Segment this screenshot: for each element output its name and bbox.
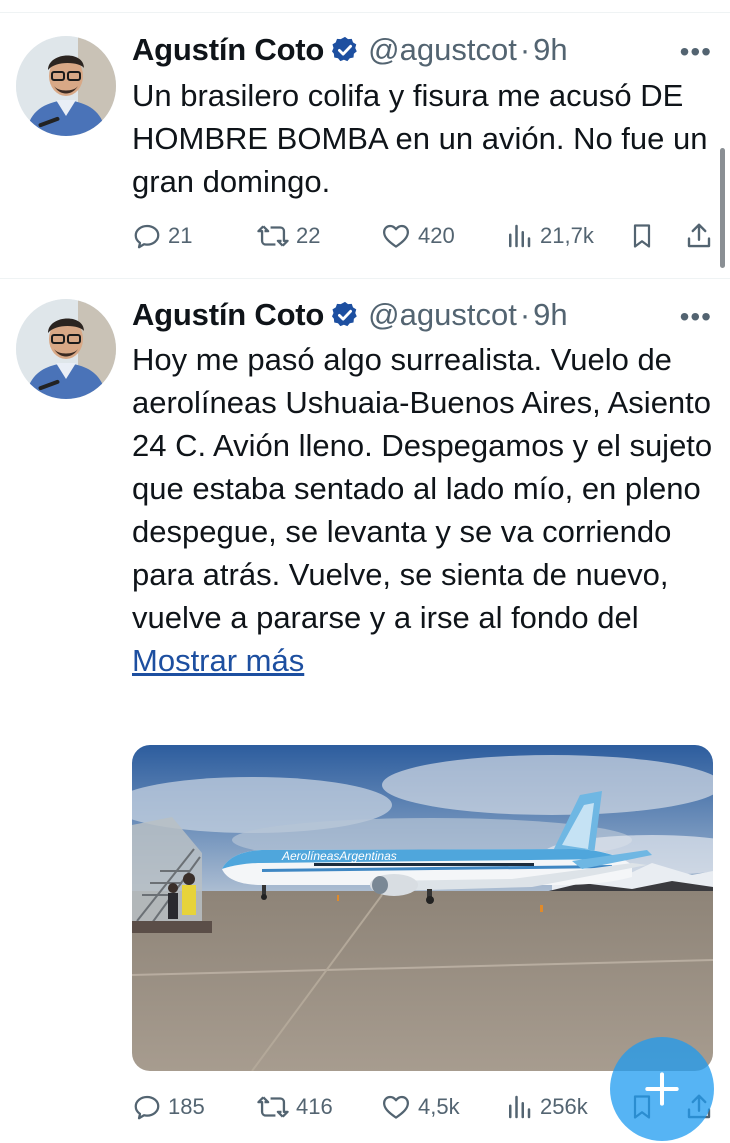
tweet-2[interactable]: Agustín Coto @agustcot · 9h ••• Hoy me p… (0, 279, 730, 1143)
retweet-icon (257, 225, 289, 247)
view-count: 256k (540, 1094, 588, 1119)
author-name[interactable]: Agustín Coto (132, 297, 324, 333)
reply-button[interactable]: 185 (132, 1087, 205, 1127)
tweet-text-body: Hoy me pasó algo surrealista. Vuelo de a… (132, 342, 713, 635)
like-button[interactable]: 4,5k (380, 1087, 460, 1127)
share-button[interactable] (684, 216, 720, 256)
avatar[interactable] (16, 36, 116, 136)
separator: · (519, 297, 531, 332)
heart-icon (383, 1095, 409, 1119)
airplane-photo: AerolíneasArgentinas (132, 745, 713, 1071)
tweet-text: Un brasilero colifa y fisura me acusó DE… (132, 78, 708, 199)
bookmark-icon (633, 224, 651, 248)
avatar[interactable] (16, 299, 116, 399)
author-name[interactable]: Agustín Coto (132, 32, 324, 68)
more-options-icon[interactable]: ••• (680, 36, 712, 68)
reply-count: 21 (168, 223, 193, 248)
reply-button[interactable]: 21 (132, 216, 192, 256)
tweet-text: Hoy me pasó algo surrealista. Vuelo de a… (132, 338, 722, 682)
show-more-link[interactable]: Mostrar más (132, 643, 304, 678)
like-count: 4,5k (418, 1094, 460, 1119)
reply-count: 185 (168, 1094, 205, 1119)
retweet-count: 416 (296, 1094, 333, 1119)
verified-badge-icon (330, 35, 360, 65)
bookmark-button[interactable] (628, 216, 662, 256)
timestamp[interactable]: 9h (533, 297, 567, 333)
more-options-icon[interactable]: ••• (680, 301, 712, 333)
separator: · (519, 32, 531, 67)
share-icon (687, 223, 711, 248)
scrollbar[interactable] (720, 148, 725, 268)
author-handle[interactable]: @agustcot (368, 32, 517, 68)
tweet-media-photo[interactable]: AerolíneasArgentinas (132, 745, 713, 1071)
view-count: 21,7k (540, 223, 594, 248)
tweet-header: Agustín Coto @agustcot · 9h (132, 30, 568, 70)
reply-icon (134, 224, 160, 249)
retweet-count: 22 (296, 223, 321, 248)
retweet-button[interactable]: 416 (256, 1087, 333, 1127)
views-button[interactable]: 256k (504, 1087, 588, 1127)
reply-icon (134, 1095, 160, 1120)
retweet-icon (257, 1096, 289, 1118)
retweet-button[interactable]: 22 (256, 216, 320, 256)
compose-button[interactable] (610, 1037, 714, 1141)
tweet-1[interactable]: Agustín Coto @agustcot · 9h ••• Un brasi… (0, 0, 730, 278)
views-button[interactable]: 21,7k (504, 216, 594, 256)
analytics-icon (509, 1095, 531, 1119)
airline-logo-text: AerolíneasArgentinas (281, 849, 397, 863)
timestamp[interactable]: 9h (533, 32, 567, 68)
heart-icon (383, 224, 409, 248)
tweet-header: Agustín Coto @agustcot · 9h (132, 295, 568, 335)
like-button[interactable]: 420 (380, 216, 455, 256)
verified-badge-icon (330, 300, 360, 330)
like-count: 420 (418, 223, 455, 248)
compose-plus-icon (645, 1072, 679, 1106)
analytics-icon (509, 224, 531, 248)
tweet-actions: 21 22 420 21,7k (132, 216, 722, 256)
author-handle[interactable]: @agustcot (368, 297, 517, 333)
